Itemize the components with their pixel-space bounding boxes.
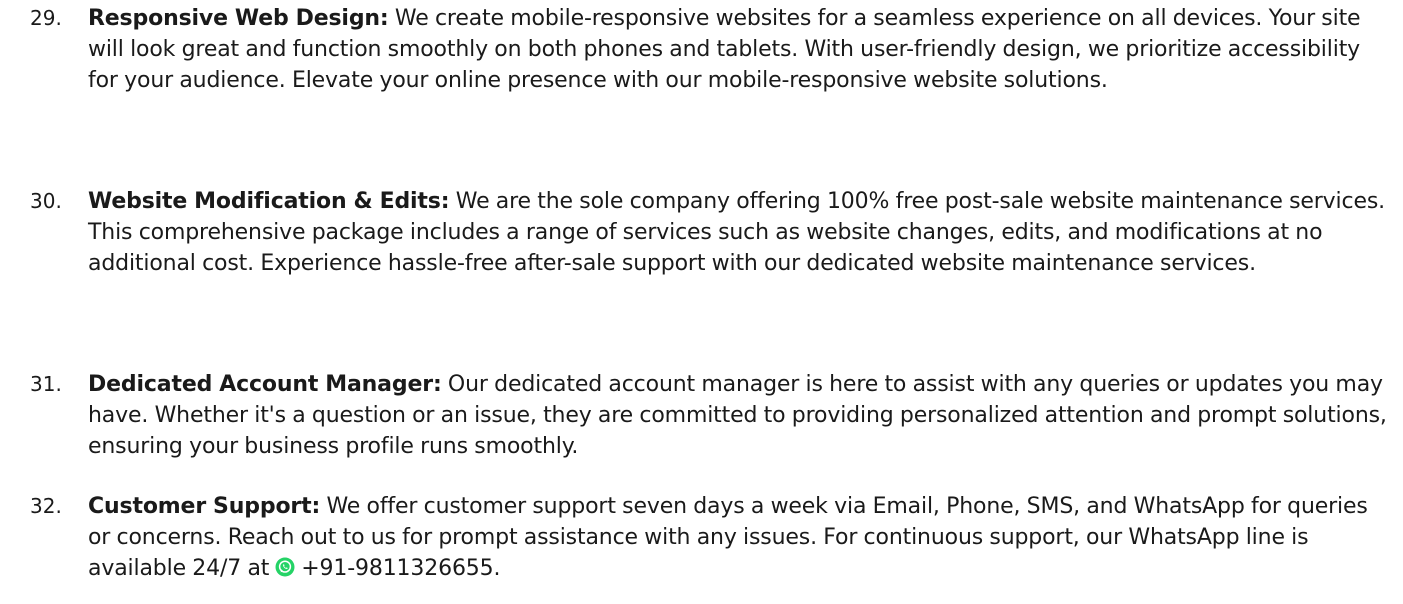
item-text: Website Modification & Edits: We are the… <box>88 186 1393 279</box>
item-text: Customer Support: We offer customer supp… <box>88 491 1393 584</box>
item-number: 31. <box>30 372 62 396</box>
item-text: Responsive Web Design: We create mobile-… <box>88 3 1393 96</box>
whatsapp-phone-link[interactable]: +91-9811326655 <box>301 556 493 581</box>
item-title: Dedicated Account Manager: <box>88 372 442 397</box>
item-end: . <box>493 556 501 581</box>
item-number: 32. <box>30 494 62 518</box>
item-number: 30. <box>30 189 62 213</box>
item-title: Responsive Web Design: <box>88 6 389 31</box>
item-title: Website Modification & Edits: <box>88 189 450 214</box>
item-number: 29. <box>30 6 62 30</box>
item-title: Customer Support: <box>88 494 321 519</box>
item-text: Dedicated Account Manager: Our dedicated… <box>88 369 1393 462</box>
whatsapp-icon[interactable] <box>275 557 295 577</box>
